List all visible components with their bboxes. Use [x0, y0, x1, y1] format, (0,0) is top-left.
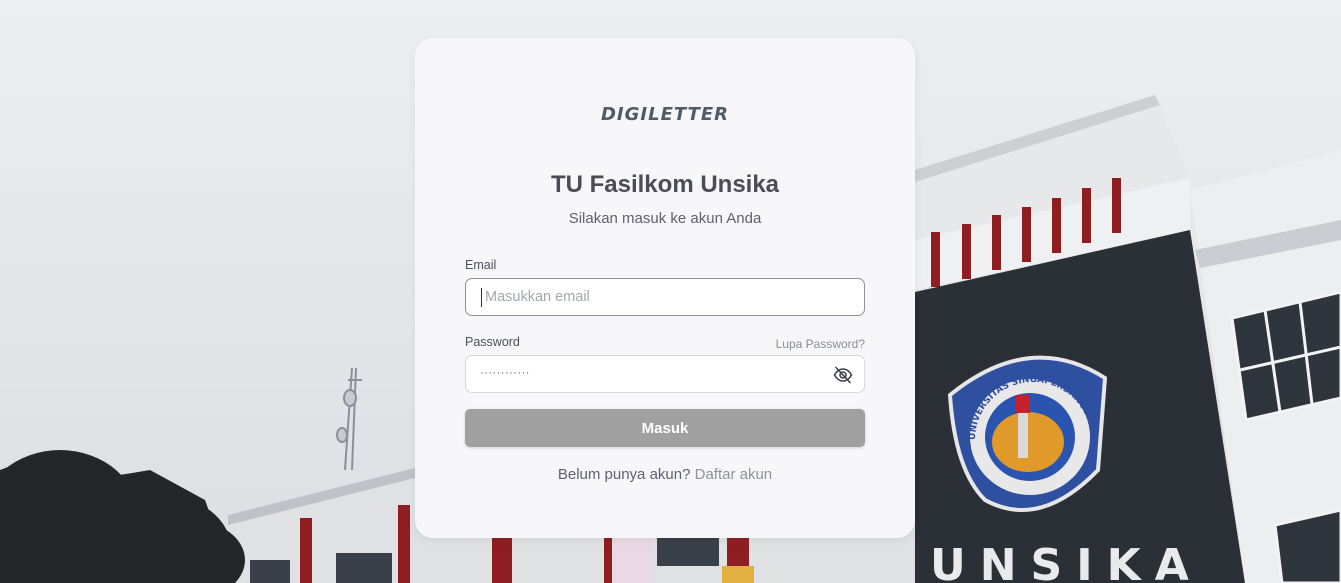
eye-slash-icon[interactable]	[832, 364, 854, 386]
page-title: TU Fasilkom Unsika	[550, 171, 780, 198]
building-sign: UNSIKA	[930, 540, 1203, 583]
signup-link[interactable]: Daftar akun	[695, 466, 773, 483]
login-card: DIGILETTER TU Fasilkom Unsika Silakan ma…	[415, 38, 915, 538]
center-base	[415, 538, 915, 583]
email-field[interactable]: Masukkan email	[465, 278, 865, 316]
email-placeholder: Masukkan email	[485, 289, 590, 305]
email-label: Email	[465, 258, 497, 272]
login-button[interactable]: Masuk	[465, 409, 865, 447]
password-label: Password	[465, 335, 520, 349]
page-subtitle: Silakan masuk ke akun Anda	[568, 210, 762, 227]
text-cursor	[481, 288, 482, 307]
password-field[interactable]: ············	[465, 355, 865, 393]
signup-prompt-text: Belum punya akun?	[557, 466, 691, 483]
signup-prompt: Belum punya akun? Daftar akun	[415, 466, 915, 483]
password-masked-value: ············	[480, 367, 530, 379]
forgot-password-link[interactable]: Lupa Password?	[776, 337, 865, 351]
app-logo: DIGILETTER	[600, 104, 729, 125]
